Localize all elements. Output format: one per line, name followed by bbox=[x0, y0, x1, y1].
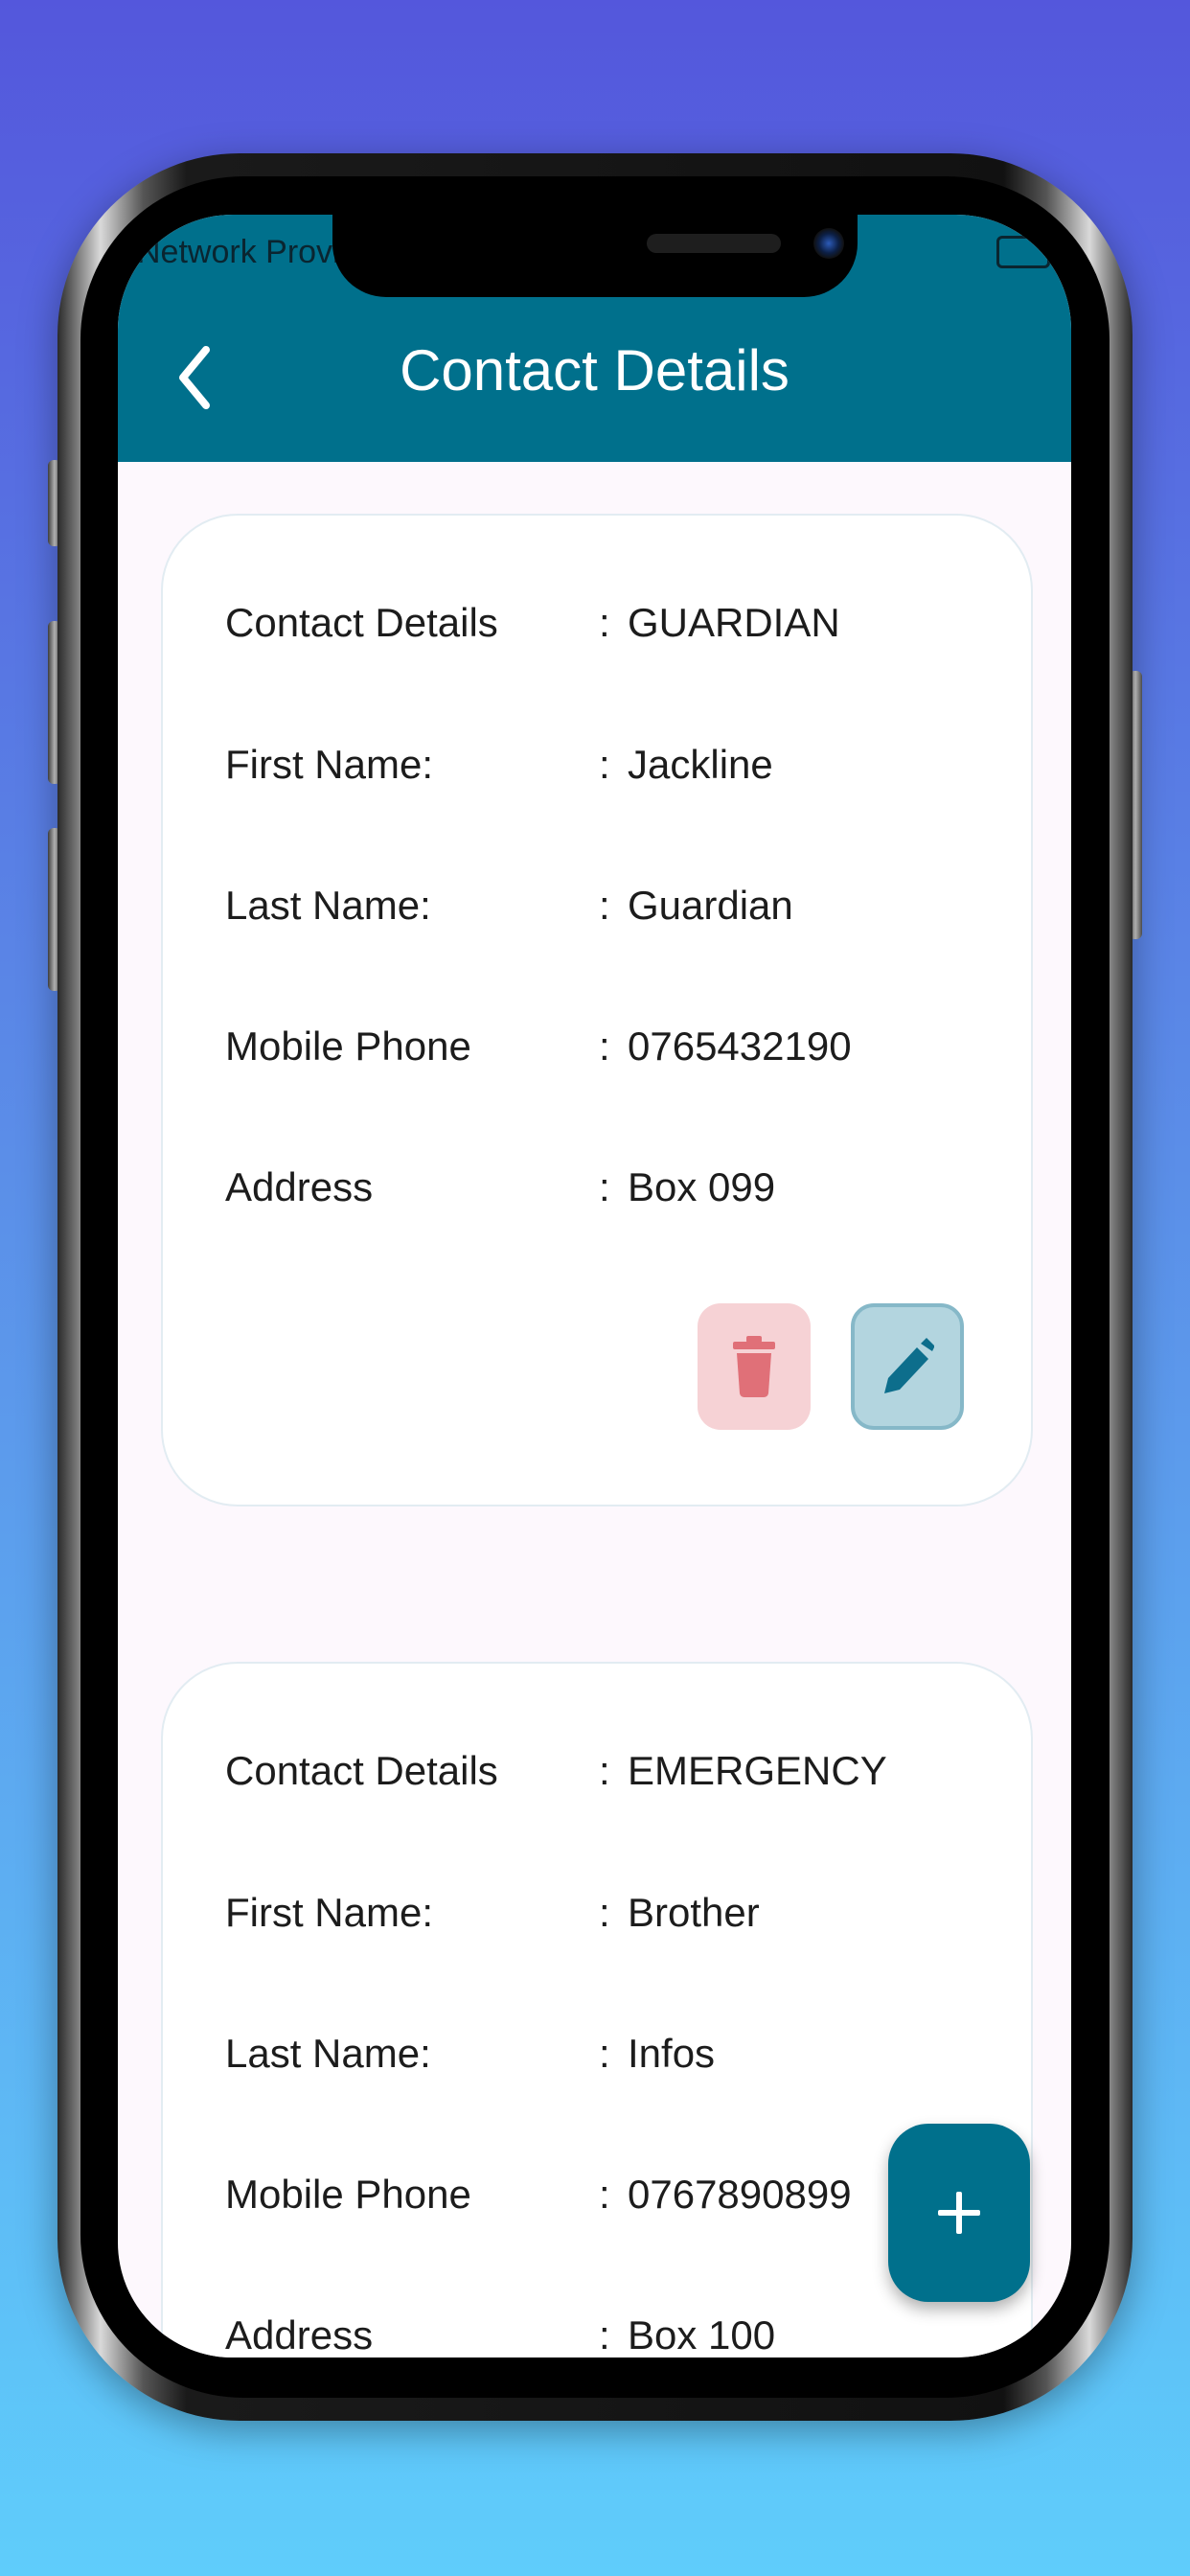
app-screen: Network Provi Contact Details Contact De… bbox=[118, 215, 1071, 2358]
detail-row: Last Name: : Infos bbox=[225, 2031, 992, 2088]
row-separator: : bbox=[599, 2172, 610, 2217]
row-value: EMERGENCY bbox=[628, 1748, 887, 1793]
carrier-name: Network Provi bbox=[137, 234, 340, 270]
detail-row: Contact Details : EMERGENCY bbox=[225, 1748, 992, 1806]
earpiece-speaker bbox=[647, 234, 781, 253]
row-value: Jackline bbox=[628, 742, 773, 787]
contact-card-guardian: Contact Details : GUARDIAN First Name: :… bbox=[161, 514, 1033, 1506]
app-header: Network Provi Contact Details bbox=[118, 215, 1071, 462]
row-label: Address bbox=[225, 2312, 374, 2358]
detail-row: Contact Details : GUARDIAN bbox=[225, 600, 992, 657]
edit-contact-button[interactable] bbox=[851, 1303, 964, 1430]
row-separator: : bbox=[599, 883, 610, 928]
row-value: Infos bbox=[628, 2031, 716, 2076]
row-label: Address bbox=[225, 1164, 374, 1209]
row-value: Box 099 bbox=[628, 1164, 776, 1209]
row-separator: : bbox=[599, 2312, 610, 2358]
row-separator: : bbox=[599, 1164, 610, 1209]
row-label: Contact Details bbox=[225, 600, 498, 645]
battery-icon bbox=[996, 236, 1050, 268]
row-label: Last Name: bbox=[225, 2031, 431, 2076]
row-value: 0767890899 bbox=[628, 2172, 852, 2217]
row-separator: : bbox=[599, 600, 610, 645]
plus-icon bbox=[938, 2192, 980, 2234]
row-label: Last Name: bbox=[225, 883, 431, 928]
row-label: First Name: bbox=[225, 742, 434, 787]
page-title: Contact Details bbox=[400, 338, 790, 402]
detail-row: First Name: : Brother bbox=[225, 1890, 992, 1947]
row-label: Contact Details bbox=[225, 1748, 498, 1793]
row-label: Mobile Phone bbox=[225, 2172, 471, 2217]
detail-row: Address : Box 100 bbox=[225, 2312, 992, 2358]
row-separator: : bbox=[599, 742, 610, 787]
row-separator: : bbox=[599, 1748, 610, 1793]
row-value: Guardian bbox=[628, 883, 793, 928]
row-value: GUARDIAN bbox=[628, 600, 840, 645]
row-separator: : bbox=[599, 1890, 610, 1935]
detail-row: Mobile Phone : 0767890899 bbox=[225, 2172, 992, 2229]
front-camera bbox=[813, 228, 844, 259]
detail-row: Mobile Phone : 0765432190 bbox=[225, 1024, 992, 1081]
detail-row: First Name: : Jackline bbox=[225, 742, 992, 799]
row-label: Mobile Phone bbox=[225, 1024, 471, 1069]
row-value: Brother bbox=[628, 1890, 760, 1935]
pencil-icon bbox=[884, 1338, 934, 1393]
add-contact-button[interactable] bbox=[888, 2124, 1030, 2302]
row-separator: : bbox=[599, 1024, 610, 1069]
row-value: 0765432190 bbox=[628, 1024, 852, 1069]
device-notch bbox=[332, 215, 858, 297]
row-value: Box 100 bbox=[628, 2312, 776, 2358]
row-label: First Name: bbox=[225, 1890, 434, 1935]
trash-icon bbox=[733, 1336, 775, 1397]
row-separator: : bbox=[599, 2031, 610, 2076]
detail-row: Address : Box 099 bbox=[225, 1164, 992, 1222]
delete-contact-button[interactable] bbox=[698, 1303, 811, 1430]
detail-row: Last Name: : Guardian bbox=[225, 883, 992, 940]
